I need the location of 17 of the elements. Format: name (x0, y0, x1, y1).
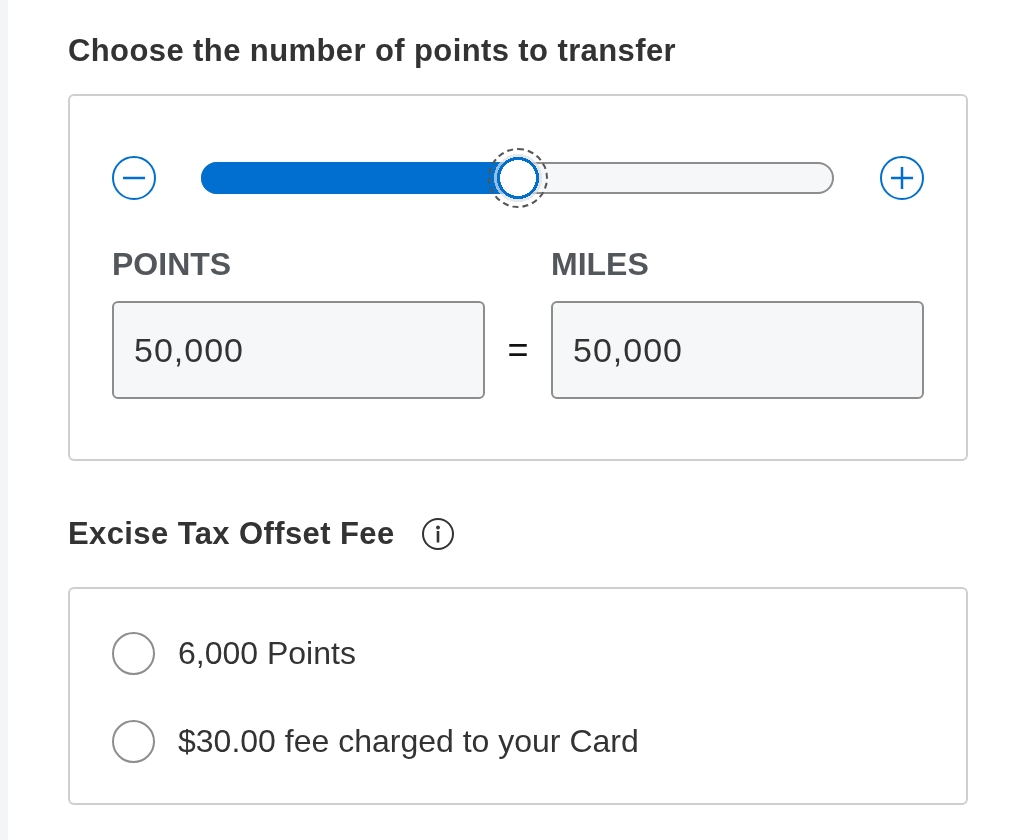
field-label: MILES (551, 246, 649, 282)
section-title: Excise Tax Offset Fee (68, 516, 395, 552)
field-label: POINTS (112, 246, 232, 282)
amount-field[interactable]: 50,000 (112, 301, 485, 399)
section-title: Choose the number of points to transfer (68, 33, 677, 69)
slider-track[interactable] (201, 148, 834, 208)
minus-icon (112, 156, 156, 200)
plus-icon (880, 156, 924, 200)
increase-button[interactable] (880, 156, 924, 200)
option-label: 6,000 Points (178, 634, 356, 672)
radio-button[interactable] (112, 631, 155, 675)
amount-field[interactable]: 50,000 (551, 301, 924, 399)
decrease-button[interactable] (112, 156, 156, 200)
radio-button[interactable] (112, 719, 155, 763)
option-label: $30.00 fee charged to your Card (178, 722, 639, 760)
info-icon[interactable] (421, 518, 454, 550)
equals-sign: = (507, 332, 529, 368)
